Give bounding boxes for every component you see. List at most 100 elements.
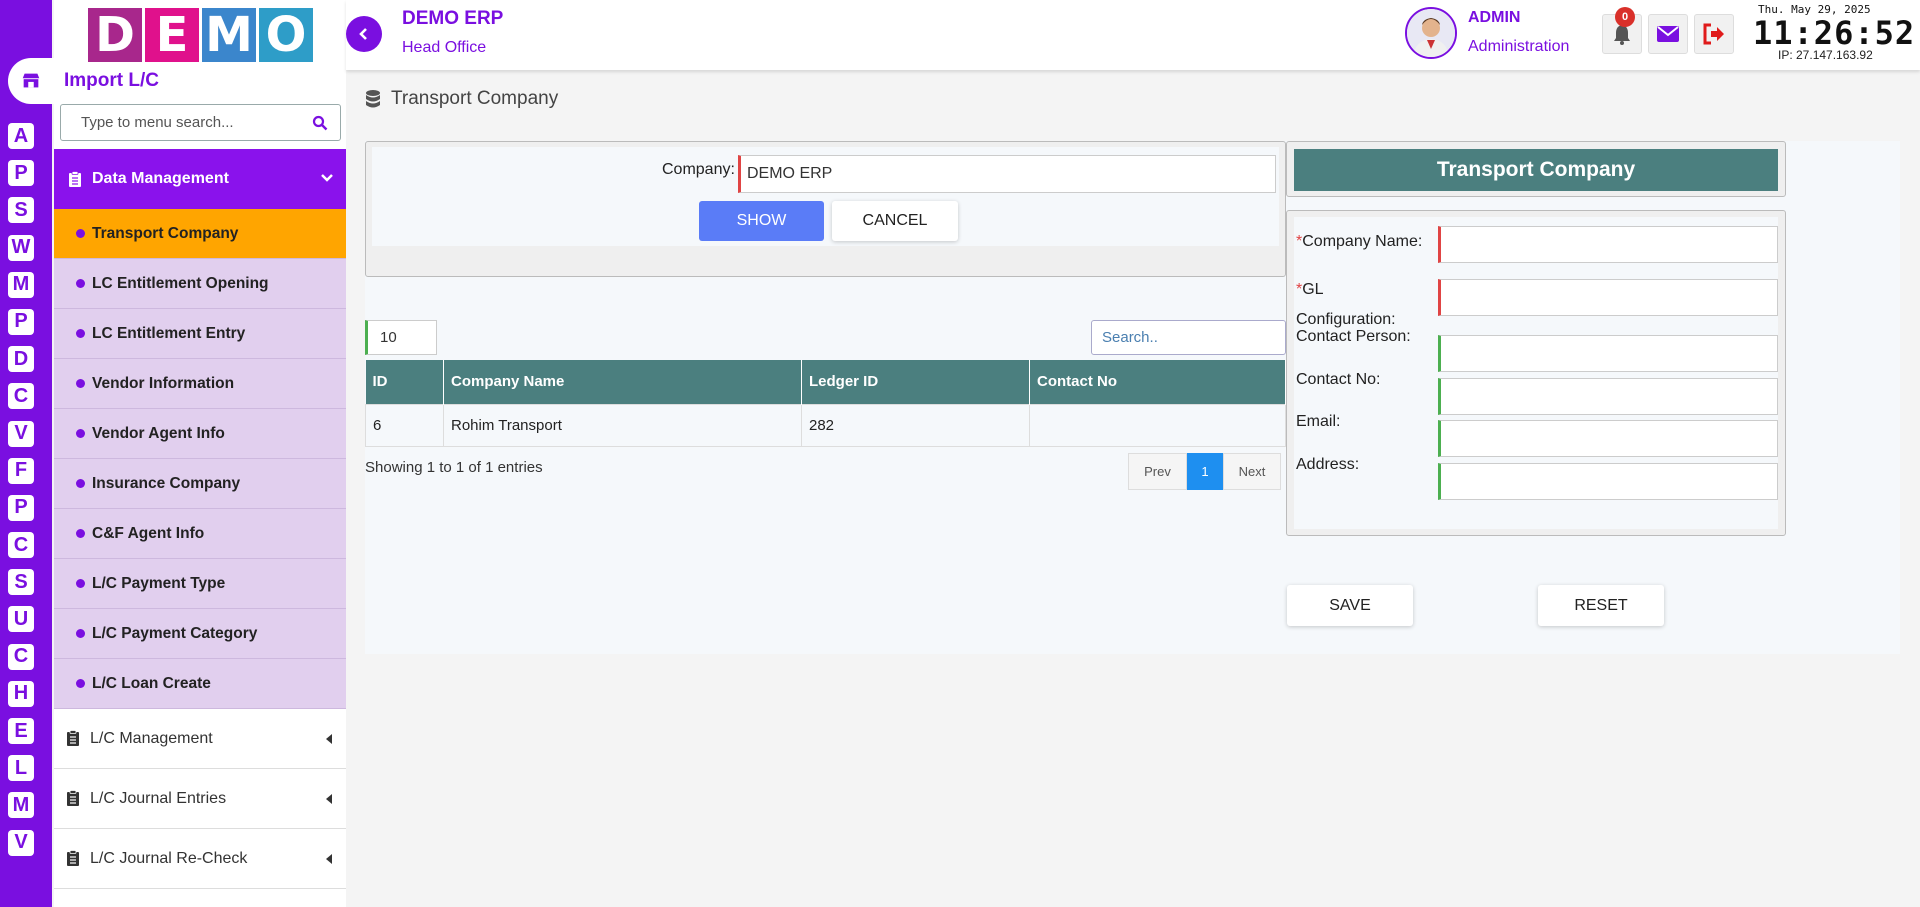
field-input-contact-no[interactable]	[1438, 378, 1778, 415]
cancel-button[interactable]: CANCEL	[832, 201, 958, 241]
column-header-company-name[interactable]: Company Name	[443, 360, 802, 404]
show-button[interactable]: SHOW	[699, 201, 824, 241]
field-input-address[interactable]	[1438, 463, 1778, 500]
rail-letter-w[interactable]: W	[8, 234, 34, 261]
submenu-item-vendor-information[interactable]: Vendor Information	[54, 359, 346, 409]
filter-inner: Company: SHOW CANCEL	[372, 147, 1279, 246]
logo-letter: E	[145, 7, 199, 63]
column-header-ledger-id[interactable]: Ledger ID	[801, 360, 1030, 404]
rail-letter-s[interactable]: S	[8, 197, 34, 224]
table-row[interactable]: 6 Rohim Transport 282	[365, 403, 1286, 447]
avatar[interactable]	[1405, 7, 1457, 59]
collapsed-menu-list: L/C Management L/C Journal Entries L/C Jou…	[54, 709, 346, 889]
user-role: Administration	[1468, 38, 1570, 55]
submenu-item-candf-agent-info[interactable]: C&F Agent Info	[54, 509, 346, 559]
rail-letter-m[interactable]: M	[8, 271, 34, 298]
field-input-gl-configuration[interactable]	[1438, 279, 1778, 316]
next-page-button[interactable]: Next	[1223, 453, 1281, 490]
submenu-item-l-c-payment-category[interactable]: L/C Payment Category	[54, 609, 346, 659]
page-size-select[interactable]	[365, 320, 437, 355]
reset-button[interactable]: RESET	[1538, 585, 1664, 626]
rail-letter-v[interactable]: V	[8, 420, 34, 447]
rail-letter-p[interactable]: P	[8, 160, 34, 187]
clock: 11:26:52	[1753, 14, 1916, 52]
menu-group-l-c-journal-entries[interactable]: L/C Journal Entries	[54, 769, 346, 829]
company-name: DEMO ERP	[402, 8, 504, 29]
rail-letter-p[interactable]: P	[8, 308, 34, 335]
rail-letter-m[interactable]: M	[8, 792, 34, 819]
menu-group-l-c-journal-re-check[interactable]: L/C Journal Re-Check	[54, 829, 346, 889]
rail-letter-c[interactable]: C	[8, 643, 34, 670]
rail-letter-c[interactable]: C	[8, 532, 34, 559]
submenu-item-lc-entitlement-entry[interactable]: LC Entitlement Entry	[54, 309, 346, 359]
logout-button[interactable]	[1694, 14, 1734, 54]
chevron-down-icon	[321, 174, 333, 182]
rail-letter-s[interactable]: S	[8, 569, 34, 596]
search-icon[interactable]	[312, 115, 328, 131]
ip-address: IP: 27.147.163.92	[1778, 48, 1873, 62]
logo-letter: D	[88, 7, 142, 63]
table-search-input[interactable]	[1091, 320, 1286, 355]
field-label-company-name: *Company Name:	[1296, 227, 1422, 257]
bullet-icon	[76, 479, 85, 488]
submenu-item-lc-entitlement-opening[interactable]: LC Entitlement Opening	[54, 259, 346, 309]
rail-letter-d[interactable]: D	[8, 346, 34, 373]
pagination: Prev 1 Next	[1128, 453, 1281, 490]
bullet-icon	[76, 329, 85, 338]
rail-letter-h[interactable]: H	[8, 680, 34, 707]
submenu-item-insurance-company[interactable]: Insurance Company	[54, 459, 346, 509]
sign-out-icon	[1703, 23, 1724, 45]
column-header-contact-no[interactable]: Contact No	[1029, 360, 1286, 404]
rail-letter-l[interactable]: L	[8, 755, 34, 782]
store-icon	[22, 73, 40, 88]
field-input-company-name[interactable]	[1438, 226, 1778, 263]
field-input-email[interactable]	[1438, 420, 1778, 457]
messages-button[interactable]	[1648, 14, 1688, 54]
cell-company-name: Rohim Transport	[443, 403, 802, 447]
company-filter-label: Company:	[662, 161, 735, 178]
bullet-icon	[76, 529, 85, 538]
field-label-contact-no: Contact No:	[1296, 365, 1380, 395]
rail-letter-f[interactable]: F	[8, 457, 34, 484]
top-header: DEMO ERP Head Office ADMIN Administratio…	[346, 0, 1920, 70]
field-label-text: GL Configuration:	[1296, 281, 1396, 328]
menu-group-label: Data Management	[92, 170, 229, 187]
field-label-address: Address:	[1296, 450, 1359, 480]
bullet-icon	[76, 379, 85, 388]
submenu-item-transport-company[interactable]: Transport Company	[54, 209, 346, 259]
collapse-sidebar-button[interactable]	[346, 16, 382, 52]
field-input-contact-person[interactable]	[1438, 335, 1778, 372]
company-filter-input[interactable]	[738, 155, 1276, 193]
field-label-text: Company Name:	[1302, 233, 1423, 250]
rail-letter-e[interactable]: E	[8, 718, 34, 744]
caret-left-icon	[326, 794, 332, 804]
submenu-item-label: L/C Loan Create	[92, 674, 211, 692]
submenu-item-l-c-payment-type[interactable]: L/C Payment Type	[54, 559, 346, 609]
submenu-item-label: C&F Agent Info	[92, 524, 205, 542]
notifications-button[interactable]: 0	[1602, 7, 1642, 54]
cell-id: 6	[365, 403, 444, 447]
rail-letter-p[interactable]: P	[8, 494, 34, 521]
field-label-contact-person: Contact Person:	[1296, 322, 1411, 352]
save-button[interactable]: SAVE	[1287, 585, 1413, 626]
rail-letter-c[interactable]: C	[8, 383, 34, 410]
menu-search-input[interactable]	[81, 114, 301, 131]
cell-ledger-id: 282	[801, 403, 1030, 447]
submenu-list: Transport Company LC Entitlement Opening L…	[54, 209, 346, 709]
logo-letter: O	[259, 7, 313, 63]
submenu-item-vendor-agent-info[interactable]: Vendor Agent Info	[54, 409, 346, 459]
home-button[interactable]	[8, 58, 54, 104]
column-header-id[interactable]: ID	[365, 360, 444, 404]
rail-letter-v[interactable]: V	[8, 829, 34, 856]
submenu-item-l-c-loan-create[interactable]: L/C Loan Create	[54, 659, 346, 709]
prev-page-button[interactable]: Prev	[1128, 453, 1187, 490]
chevron-left-icon	[359, 28, 367, 40]
clipboard-icon	[67, 730, 79, 746]
rail-letter-u[interactable]: U	[8, 606, 34, 633]
form-header-panel: Transport Company	[1286, 141, 1786, 197]
menu-group-l-c-management[interactable]: L/C Management	[54, 709, 346, 769]
menu-group-data-management[interactable]: Data Management	[54, 149, 346, 209]
rail-letter-a[interactable]: A	[8, 123, 34, 149]
page-1-button[interactable]: 1	[1187, 453, 1223, 490]
table-header-row: ID Company Name Ledger ID Contact No	[365, 360, 1286, 404]
